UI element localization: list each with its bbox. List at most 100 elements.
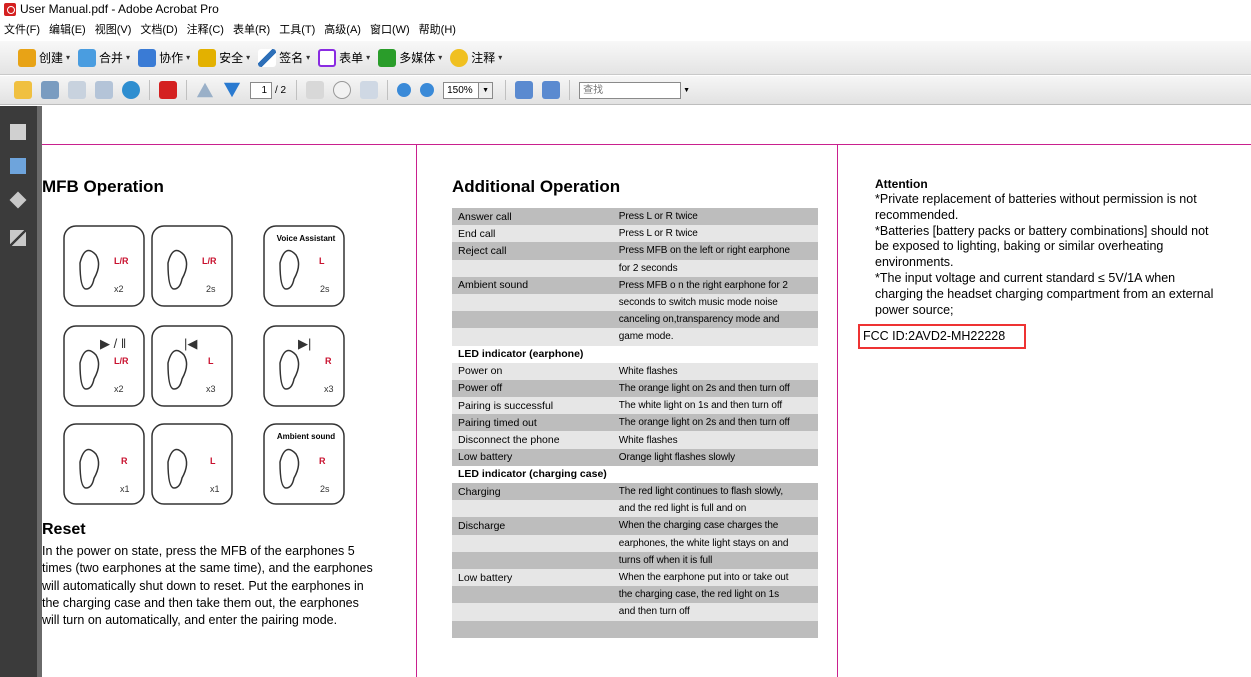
table-cell-operation: the charging case, the red light on 1s xyxy=(612,586,818,604)
attachments-icon[interactable] xyxy=(10,158,26,174)
svg-text:2s: 2s xyxy=(320,484,330,494)
menu-view[interactable]: 视图(V) xyxy=(95,21,132,37)
svg-text:L/R: L/R xyxy=(114,256,129,266)
table-cell-operation: game mode. xyxy=(612,328,818,346)
zoom-level-input[interactable]: 150% xyxy=(443,81,480,99)
menu-forms[interactable]: 表单(R) xyxy=(233,21,270,37)
title-bar: User Manual.pdf - Adobe Acrobat Pro xyxy=(0,0,1251,19)
toolbar-separator xyxy=(569,80,571,100)
svg-text:R: R xyxy=(319,456,326,466)
document-view: MFB Operation L/R L/R L L/R L R x2 2s 2s… xyxy=(42,106,1251,677)
table-row: canceling on,transparency mode and xyxy=(452,311,818,329)
svg-text:▶ / ‖: ▶ / ‖ xyxy=(100,336,126,351)
toolbar-separator xyxy=(186,80,187,100)
svg-text:L: L xyxy=(210,456,216,466)
table-cell-operation: and then turn off xyxy=(612,603,818,621)
zoom-in-icon[interactable] xyxy=(420,83,435,97)
menu-comments[interactable]: 注释(C) xyxy=(187,21,224,37)
table-row: End call Press L or R twice xyxy=(452,225,818,243)
svg-text:x2: x2 xyxy=(114,284,124,294)
zoom-dropdown[interactable]: ▼ xyxy=(479,81,494,99)
table-cell-function xyxy=(452,620,613,638)
table-cell-operation: canceling on,transparency mode and xyxy=(612,311,818,329)
zoom-out-icon[interactable] xyxy=(397,83,412,97)
print-icon[interactable] xyxy=(41,81,59,99)
attention-paragraph: *Private replacement of batteries withou… xyxy=(875,192,1214,317)
menu-tools[interactable]: 工具(T) xyxy=(279,21,315,37)
table-cell-operation xyxy=(612,345,818,363)
multimedia-button[interactable]: 多媒体 ▾ xyxy=(378,46,442,70)
previous-page-icon[interactable] xyxy=(196,82,214,98)
table-cell-function xyxy=(452,500,613,518)
toolbar-separator xyxy=(387,80,389,100)
sign-button[interactable]: 签名 ▾ xyxy=(258,46,310,70)
table-cell-function: Disconnect the phone xyxy=(452,431,613,449)
svg-text:L: L xyxy=(208,356,214,366)
menu-document[interactable]: 文档(D) xyxy=(140,21,177,37)
table-cell-function: LED indicator (charging case) xyxy=(452,465,613,483)
next-page-icon[interactable] xyxy=(223,82,241,98)
table-cell-operation: and the red light is full and on xyxy=(612,500,818,518)
hand-tool-icon[interactable] xyxy=(333,81,352,99)
menu-window[interactable]: 窗口(W) xyxy=(370,21,410,37)
svg-text:|◀: |◀ xyxy=(184,336,197,351)
page-border xyxy=(42,144,1251,145)
email-icon[interactable] xyxy=(95,81,113,99)
collaborate-icon xyxy=(138,48,157,67)
collaborate-button[interactable]: 协作 ▾ xyxy=(138,46,190,70)
attention-heading: Attention xyxy=(875,177,928,191)
forms-button[interactable]: 表单 ▾ xyxy=(318,46,370,70)
table-cell-function: LED indicator (earphone) xyxy=(452,345,613,363)
fit-page-icon[interactable] xyxy=(542,81,561,99)
table-cell-function: Ambient sound xyxy=(452,276,613,294)
task-toolbar: 创建 ▾ 合并 ▾ 协作 ▾ 安全 ▾ 签名 ▾ 表单 ▾ 多媒体 ▾ 注释 ▾ xyxy=(0,41,1251,75)
svg-text:x3: x3 xyxy=(206,384,216,394)
table-row: Discharge When the charging case charges … xyxy=(452,517,818,535)
table-row: Power on White flashes xyxy=(452,362,818,380)
combine-button[interactable]: 合并 ▾ xyxy=(78,46,130,70)
layers-icon[interactable] xyxy=(9,191,27,209)
table-row: seconds to switch music mode noise xyxy=(452,293,818,312)
additional-operation-heading: Additional Operation xyxy=(452,177,621,196)
svg-text:x1: x1 xyxy=(210,484,220,494)
save-icon[interactable] xyxy=(68,81,86,99)
toolbar-separator xyxy=(505,80,507,100)
table-row: and then turn off xyxy=(452,603,818,621)
operation-table: Answer call Press L or R twice End call Pre… xyxy=(452,208,818,638)
find-input[interactable]: 查找 xyxy=(579,81,682,99)
select-tool-icon[interactable] xyxy=(306,81,325,99)
create-button[interactable]: 创建 ▾ xyxy=(18,46,70,70)
find-dropdown[interactable]: ▼ xyxy=(683,87,690,94)
table-row: LED indicator (charging case) xyxy=(452,465,818,483)
table-cell-operation xyxy=(612,465,818,483)
table-row: Charging The red light continues to flash… xyxy=(452,483,818,501)
fit-width-icon[interactable] xyxy=(515,81,534,99)
menu-help[interactable]: 帮助(H) xyxy=(419,21,456,37)
web-icon[interactable] xyxy=(122,81,140,99)
acrobat-pdf-icon[interactable] xyxy=(159,81,177,99)
signatures-icon[interactable] xyxy=(10,230,26,246)
acrobat-app-icon xyxy=(4,3,16,16)
menu-advanced[interactable]: 高级(A) xyxy=(324,21,361,37)
mfb-illustration: L/R L/R L L/R L R x2 2s 2s x2 x3 x3 ▶ / … xyxy=(63,225,345,407)
svg-text:x3: x3 xyxy=(324,384,334,394)
pages-icon[interactable] xyxy=(10,124,26,140)
multimedia-icon xyxy=(378,48,397,67)
table-cell-function: Low battery xyxy=(452,448,613,466)
table-cell-function xyxy=(452,311,613,329)
table-cell-operation: The red light continues to flash slowly, xyxy=(612,483,818,501)
table-cell-function: Charging xyxy=(452,483,613,501)
secure-button[interactable]: 安全 ▾ xyxy=(198,46,250,70)
menu-file[interactable]: 文件(F) xyxy=(4,21,40,37)
menu-edit[interactable]: 编辑(E) xyxy=(49,21,86,37)
table-cell-function xyxy=(452,328,613,346)
table-row: Pairing timed out The orange light on 2s … xyxy=(452,414,818,432)
navigation-toolbar: 1 / 2 150% ▼ 查找 ▼ xyxy=(0,76,1251,105)
table-cell-operation: Press L or R twice xyxy=(612,225,818,243)
open-folder-icon[interactable] xyxy=(14,81,32,99)
page-number-input[interactable]: 1 xyxy=(250,81,272,99)
comment-button[interactable]: 注释 ▾ xyxy=(450,46,502,70)
table-cell-operation xyxy=(612,620,818,638)
marquee-zoom-icon[interactable] xyxy=(360,81,379,99)
combine-icon xyxy=(78,48,97,67)
